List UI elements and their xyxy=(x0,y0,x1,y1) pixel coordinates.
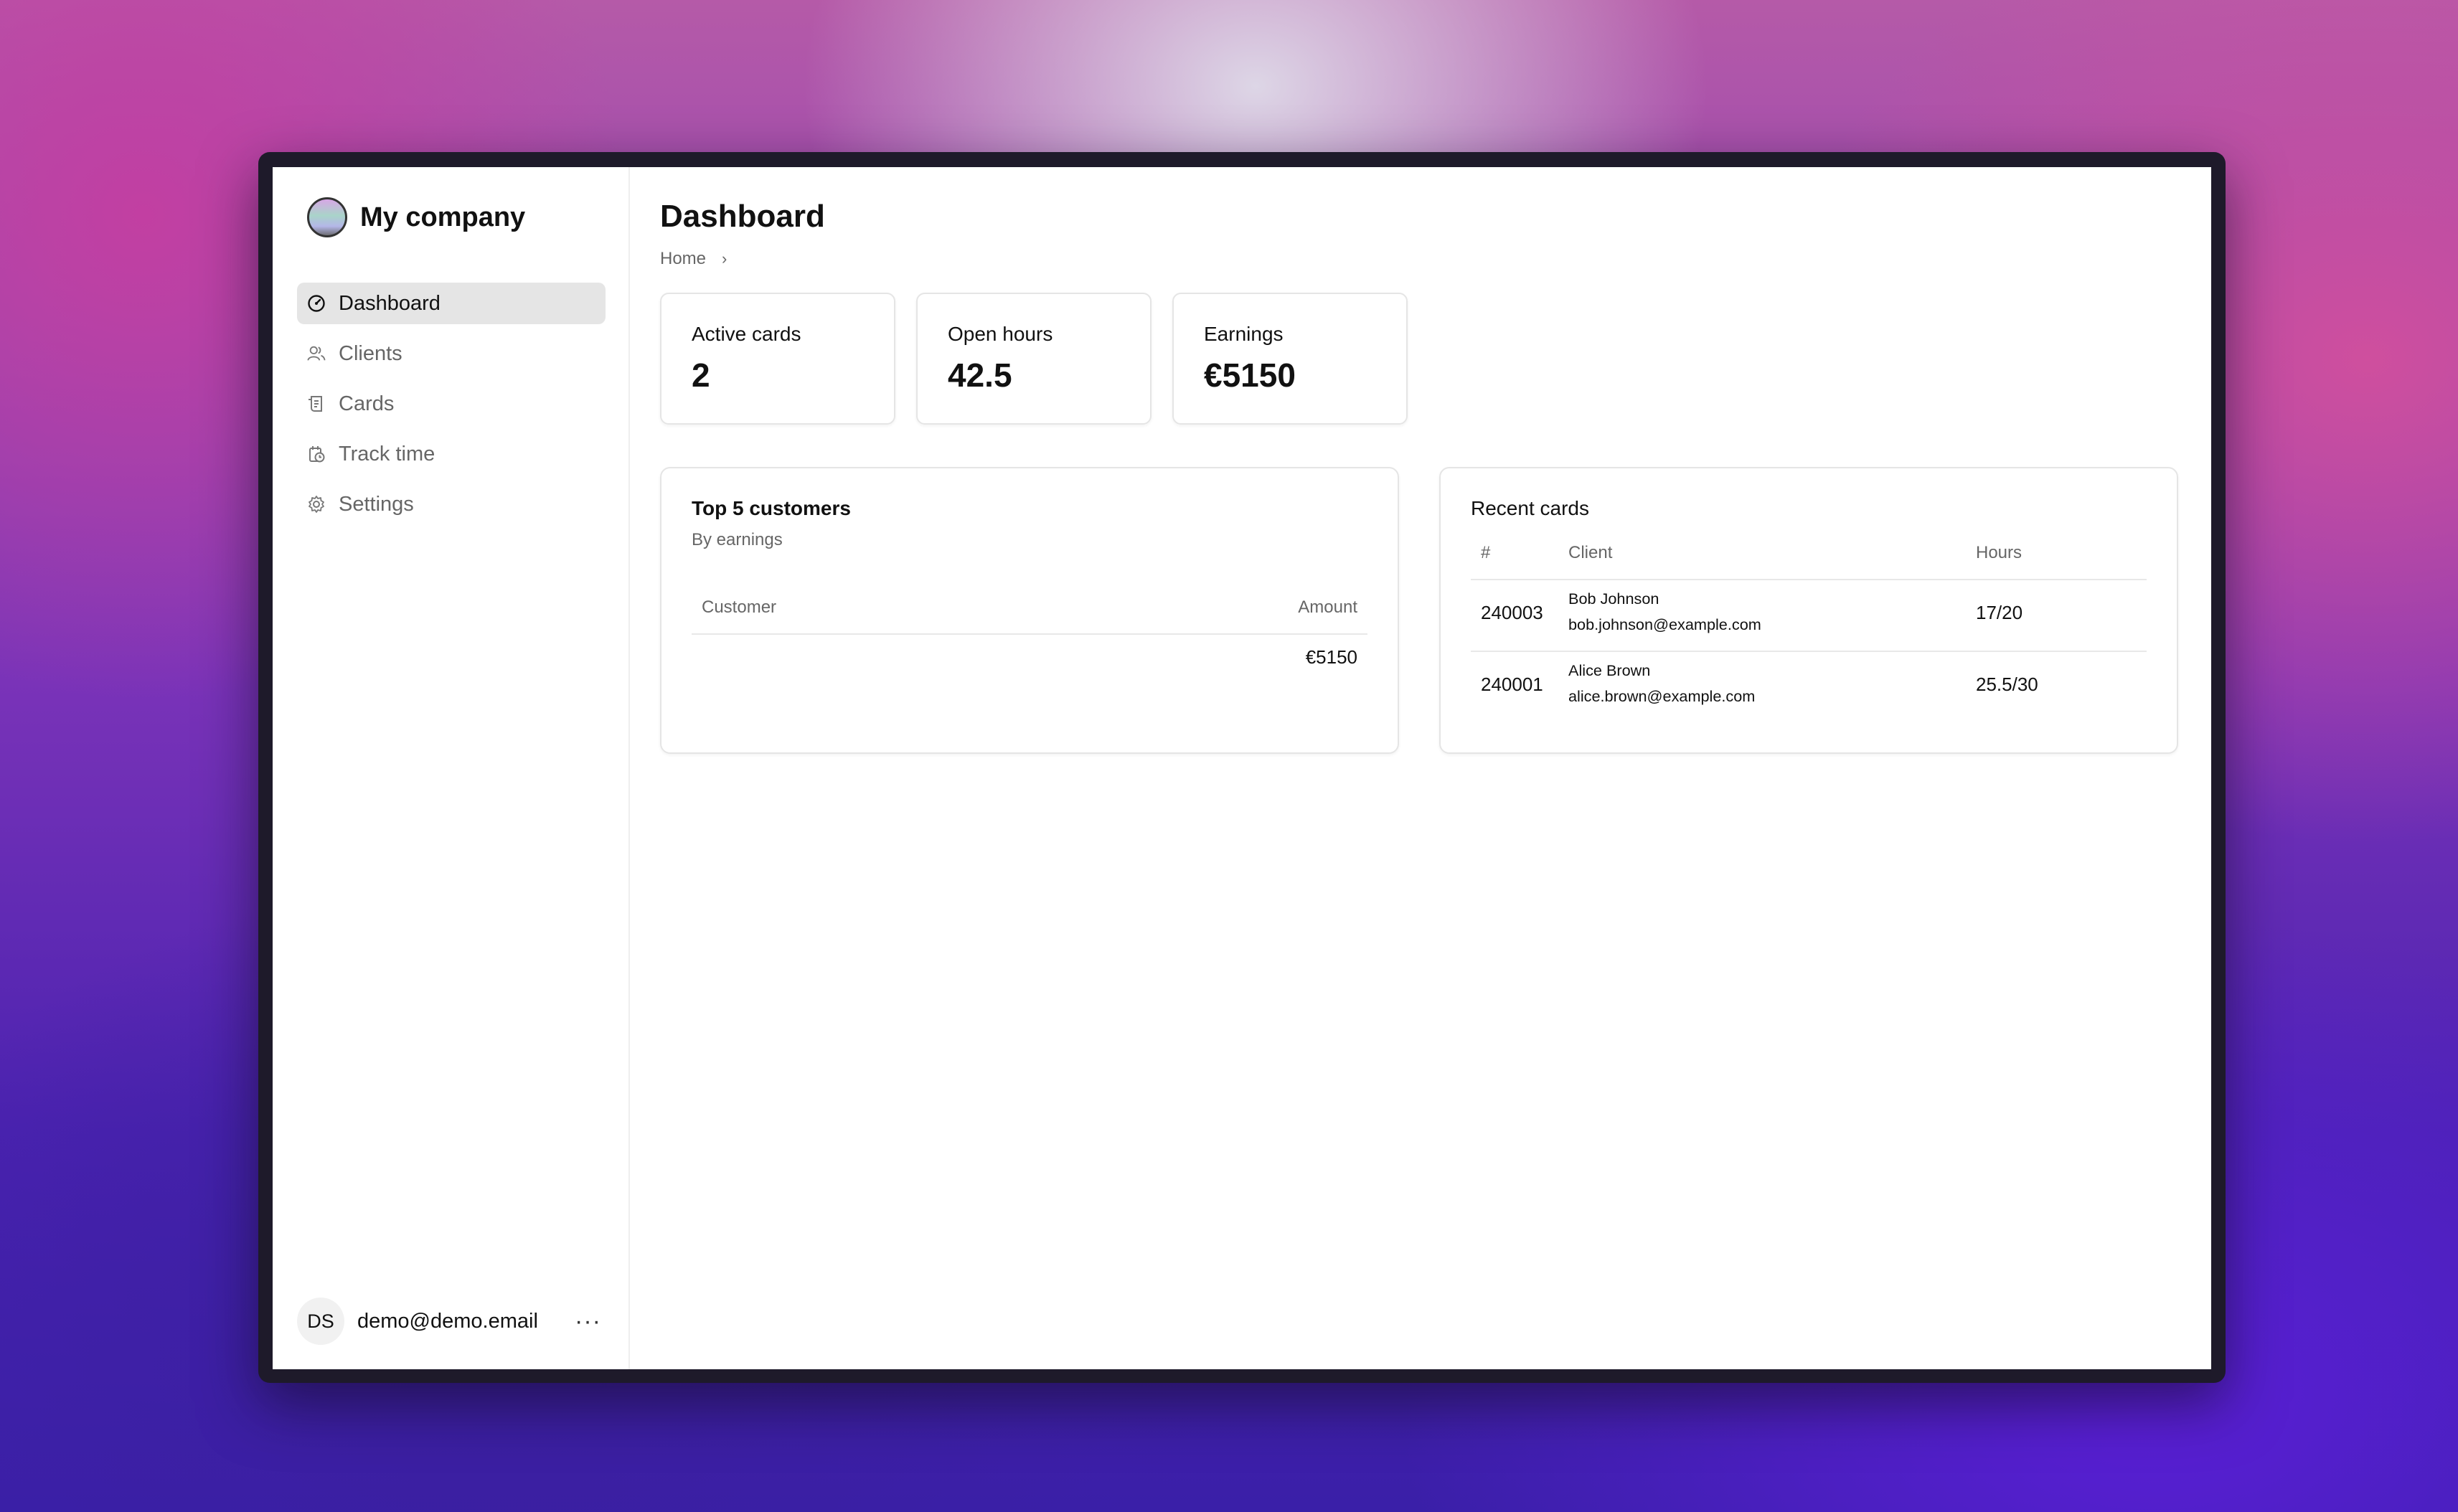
clock-icon xyxy=(307,445,326,463)
column-header-number: # xyxy=(1481,543,1491,562)
client-email: alice.brown@example.com xyxy=(1568,687,1756,705)
user-email: demo@demo.email xyxy=(357,1309,538,1333)
client-cell: Bob Johnson bob.johnson@example.com xyxy=(1568,586,1761,638)
panel-subtitle: By earnings xyxy=(692,530,783,549)
stat-value: 2 xyxy=(692,356,710,394)
column-header-customer: Customer xyxy=(702,597,777,617)
panel-title: Recent cards xyxy=(1471,497,1589,519)
stat-card-active-cards: Active cards 2 xyxy=(660,293,895,425)
sidebar-item-cards[interactable]: Cards xyxy=(297,383,606,425)
stat-label: Earnings xyxy=(1204,323,1284,345)
more-options-icon[interactable]: ··· xyxy=(575,1308,606,1336)
client-name: Alice Brown xyxy=(1568,661,1651,679)
breadcrumb: Home › xyxy=(660,249,727,269)
sidebar: My company Dashboard Clients Cards Track… xyxy=(273,167,630,1369)
sidebar-nav: Dashboard Clients Cards Track time Setti… xyxy=(297,283,606,534)
user-account[interactable]: DS demo@demo.email ··· xyxy=(297,1296,606,1346)
stat-value: €5150 xyxy=(1204,356,1296,394)
card-number: 240001 xyxy=(1481,674,1543,695)
stat-card-earnings: Earnings €5150 xyxy=(1172,293,1408,425)
page-title: Dashboard xyxy=(660,199,825,234)
top-customers-panel: Top 5 customers By earnings Customer Amo… xyxy=(660,467,1399,754)
card-hours: 25.5/30 xyxy=(1976,674,2038,695)
recent-cards-panel: Recent cards # Client Hours 240003 Bob J… xyxy=(1439,467,2178,754)
table-divider xyxy=(1471,579,2147,580)
company-brand[interactable]: My company xyxy=(307,197,525,237)
column-header-hours: Hours xyxy=(1976,543,2023,562)
gear-icon xyxy=(307,495,326,514)
users-icon xyxy=(307,344,326,363)
client-email: bob.johnson@example.com xyxy=(1568,615,1761,633)
app-window: My company Dashboard Clients Cards Track… xyxy=(273,167,2211,1369)
panel-title: Top 5 customers xyxy=(692,497,851,519)
breadcrumb-home[interactable]: Home xyxy=(660,249,706,269)
sidebar-item-label: Track time xyxy=(339,442,435,466)
company-name: My company xyxy=(360,202,526,232)
sidebar-item-dashboard[interactable]: Dashboard xyxy=(297,283,606,324)
receipt-icon xyxy=(307,394,326,413)
client-cell: Alice Brown alice.brown@example.com xyxy=(1568,658,1755,709)
card-number: 240003 xyxy=(1481,602,1543,623)
stat-label: Open hours xyxy=(948,323,1053,345)
company-logo xyxy=(307,197,347,237)
sidebar-item-label: Cards xyxy=(339,392,395,415)
stat-card-open-hours: Open hours 42.5 xyxy=(916,293,1152,425)
client-name: Bob Johnson xyxy=(1568,590,1659,608)
chevron-right-icon: › xyxy=(722,250,727,268)
customer-amount: €5150 xyxy=(1305,646,1357,668)
column-header-amount: Amount xyxy=(1298,597,1357,617)
card-hours: 17/20 xyxy=(1976,602,2023,623)
stat-label: Active cards xyxy=(692,323,801,345)
sidebar-item-label: Dashboard xyxy=(339,291,441,315)
sidebar-item-label: Clients xyxy=(339,341,402,365)
table-divider xyxy=(692,633,1367,635)
column-header-client: Client xyxy=(1568,543,1613,562)
sidebar-item-label: Settings xyxy=(339,492,414,516)
avatar: DS xyxy=(297,1298,344,1345)
main-content: Dashboard Home › Active cards 2 Open hou… xyxy=(630,167,2211,1369)
gauge-icon xyxy=(307,294,326,313)
row-divider xyxy=(1471,651,2147,652)
sidebar-item-clients[interactable]: Clients xyxy=(297,333,606,374)
sidebar-item-track-time[interactable]: Track time xyxy=(297,433,606,475)
sidebar-item-settings[interactable]: Settings xyxy=(297,483,606,525)
stat-value: 42.5 xyxy=(948,356,1012,394)
